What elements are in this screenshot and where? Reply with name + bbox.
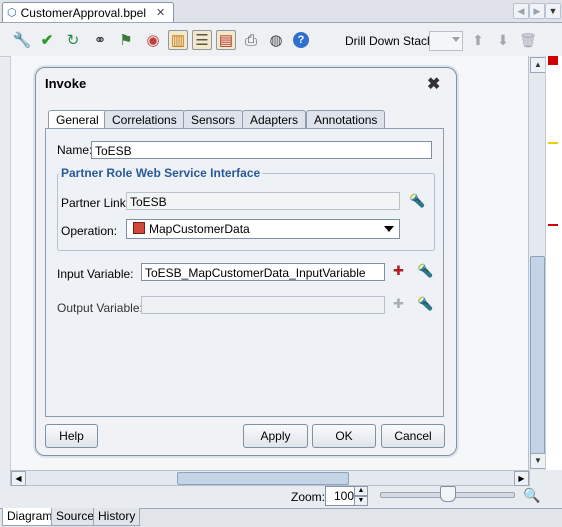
browse-partner-link-icon[interactable]: 🔦 — [409, 193, 425, 209]
list-icon[interactable]: ☰ — [192, 30, 212, 50]
tab-general[interactable]: General — [48, 110, 107, 130]
operation-icon — [133, 222, 145, 234]
name-field[interactable]: ToESB — [91, 141, 432, 159]
vertical-scroll-thumb[interactable] — [530, 256, 545, 454]
browse-input-variable-icon[interactable]: 🔦 — [417, 263, 433, 279]
tab-annotations[interactable]: Annotations — [306, 110, 386, 129]
tab-history[interactable]: History — [93, 508, 141, 526]
help-button[interactable]: Help — [45, 424, 98, 448]
output-variable-label: Output Variable: — [57, 301, 143, 315]
input-variable-label: Input Variable: — [57, 267, 134, 281]
tab-source[interactable]: Source — [51, 508, 100, 526]
palette-icon[interactable]: ◉ — [143, 30, 163, 50]
error-marker[interactable] — [548, 224, 558, 226]
apply-button[interactable]: Apply — [243, 424, 308, 448]
tab-adapters[interactable]: Adapters — [242, 110, 307, 129]
partner-link-label: Partner Link: — [61, 196, 130, 210]
operation-select[interactable]: MapCustomerData — [126, 219, 400, 239]
browse-output-variable-icon: 🔦 — [417, 296, 434, 311]
partner-link-field[interactable]: ToESB — [126, 192, 400, 210]
zoom-label: Zoom: — [291, 490, 326, 504]
input-variable-field[interactable]: ToESB_MapCustomerData_InputVariable — [141, 263, 385, 281]
document-tab-label: CustomerApproval.bpel — [20, 5, 147, 20]
operation-value: MapCustomerData — [149, 222, 250, 236]
print-icon[interactable]: ⎙ — [241, 30, 261, 50]
zoom-down-icon[interactable]: ▼ — [354, 496, 368, 506]
chevron-down-icon — [384, 226, 394, 232]
zoom-magnifier-icon[interactable]: 🔍 — [523, 487, 540, 504]
scroll-left-icon[interactable]: ◀ — [11, 471, 26, 486]
error-overview-strip — [545, 56, 562, 470]
tab-list-dropdown-icon[interactable]: ▼ — [545, 3, 561, 19]
ok-button[interactable]: OK — [312, 424, 376, 448]
zoom-spinner[interactable]: ▲ ▼ — [354, 486, 368, 506]
name-label: Name: — [57, 143, 93, 157]
wrench-icon[interactable]: 🔧 — [12, 30, 32, 50]
trash-icon[interactable]: 🗑 — [519, 31, 537, 49]
refresh-icon[interactable]: ↻ — [63, 30, 83, 50]
partner-role-group-title: Partner Role Web Service Interface — [59, 166, 263, 180]
warning-marker[interactable] — [548, 142, 558, 144]
operation-label: Operation: — [61, 224, 118, 238]
dialog-title: Invoke — [45, 76, 87, 91]
scroll-up-icon[interactable]: ▲ — [530, 57, 546, 73]
horizontal-scroll-thumb[interactable] — [177, 472, 349, 485]
create-variable-icon[interactable]: ✚ — [393, 263, 404, 279]
partner-role-group — [57, 173, 435, 251]
check-icon[interactable]: ✔ — [37, 30, 57, 50]
document-tab[interactable]: ⬡ CustomerApproval.bpel ✕ — [2, 2, 175, 22]
close-tab-icon[interactable]: ✕ — [156, 6, 165, 19]
drill-home-icon[interactable]: ⬇ — [494, 31, 512, 49]
scroll-tabs-right-icon[interactable]: ▶ — [529, 3, 545, 19]
create-variable-icon: ✚ — [393, 296, 404, 311]
cancel-button[interactable]: Cancel — [381, 424, 445, 448]
drill-down-stack-label: Drill Down Stack: — [345, 34, 437, 48]
drill-up-icon[interactable]: ⬆ — [469, 31, 487, 49]
scroll-down-icon[interactable]: ▼ — [530, 453, 546, 469]
vertical-scrollbar[interactable]: ▲ ▼ — [528, 56, 546, 470]
output-variable-field — [141, 296, 385, 314]
tab-diagram[interactable]: Diagram — [2, 508, 58, 526]
horizontal-scrollbar[interactable]: ◀ ▶ — [10, 470, 530, 486]
tab-sensors[interactable]: Sensors — [183, 110, 244, 129]
close-dialog-icon[interactable]: ✖ — [427, 76, 440, 94]
zoom-input[interactable]: 100 — [325, 486, 357, 506]
tab-correlations[interactable]: Correlations — [104, 110, 185, 129]
scroll-tabs-left-icon[interactable]: ◀ — [513, 3, 529, 19]
zoom-up-icon[interactable]: ▲ — [354, 486, 368, 496]
flag-icon[interactable]: ⚑ — [116, 30, 136, 50]
binoculars-icon[interactable]: ⚭ — [90, 30, 110, 50]
zoom-slider-thumb[interactable] — [440, 486, 456, 502]
camera-icon[interactable]: ◍ — [266, 30, 286, 50]
error-marker[interactable] — [548, 56, 558, 65]
report-icon[interactable]: ▤ — [216, 30, 236, 50]
bpel-file-icon: ⬡ — [7, 7, 17, 19]
book-icon[interactable]: ▥ — [168, 30, 188, 50]
help-icon[interactable]: ? — [291, 30, 311, 50]
drill-down-stack-combo[interactable] — [429, 31, 463, 51]
scroll-right-icon[interactable]: ▶ — [514, 471, 529, 486]
